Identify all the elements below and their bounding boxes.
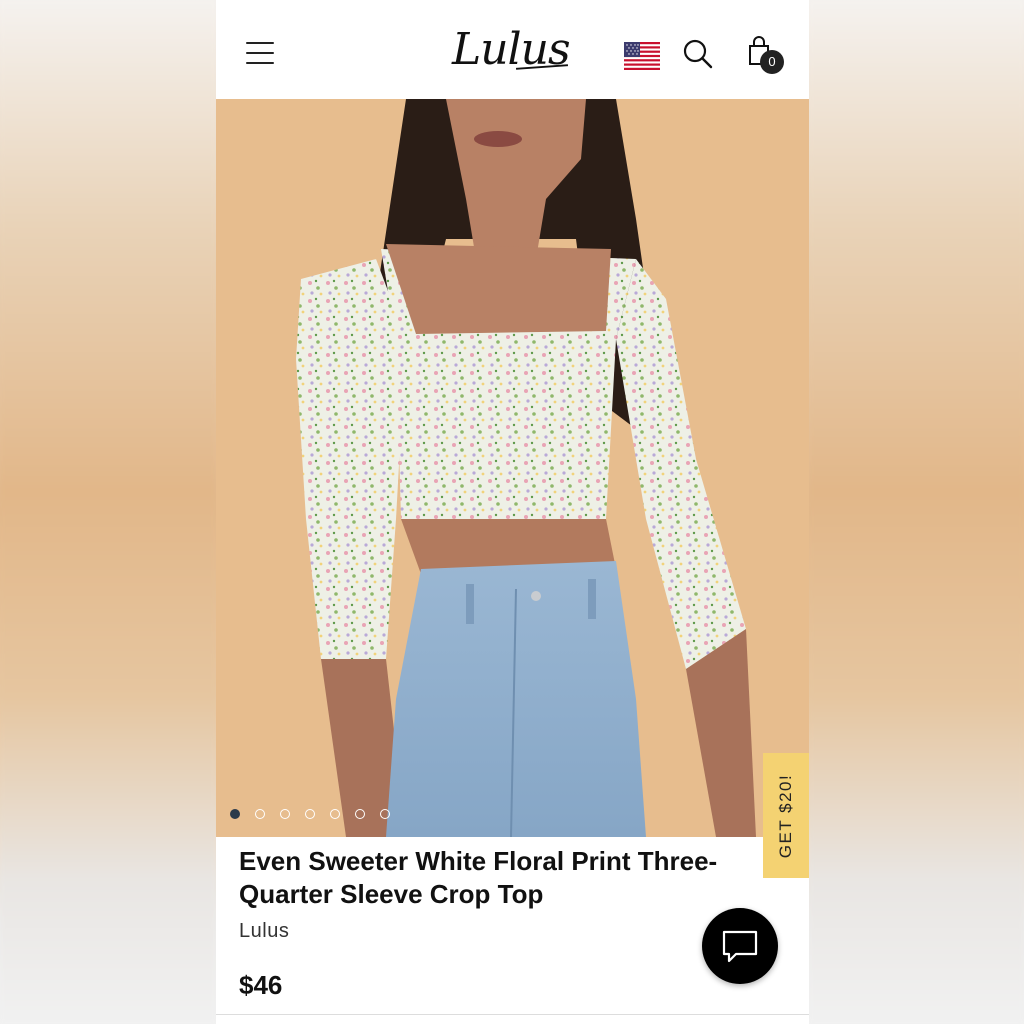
pagination-dot-5[interactable] <box>330 809 340 819</box>
hamburger-menu-icon[interactable] <box>246 40 276 66</box>
background-blur-left <box>0 0 216 1024</box>
product-page: Lulus 0 GET $20! Even Sweeter White Flor… <box>216 0 809 1024</box>
background-blur-right <box>809 0 1024 1024</box>
image-pagination <box>230 809 390 823</box>
chat-button[interactable] <box>702 908 778 984</box>
pagination-dot-2[interactable] <box>255 809 265 819</box>
search-icon[interactable] <box>682 38 714 70</box>
pagination-dot-3[interactable] <box>280 809 290 819</box>
cart-count-badge: 0 <box>760 50 784 74</box>
divider <box>216 1014 809 1015</box>
product-title: Even Sweeter White Floral Print Three-Qu… <box>239 846 718 909</box>
promo-label: GET $20! <box>776 773 795 858</box>
us-flag-icon[interactable] <box>624 42 660 70</box>
pagination-dot-4[interactable] <box>305 809 315 819</box>
chat-bubble-icon <box>722 930 758 963</box>
promo-get-20-tab[interactable]: GET $20! <box>763 753 809 878</box>
product-photo <box>216 99 809 837</box>
pagination-dot-7[interactable] <box>380 809 390 819</box>
pagination-dot-1[interactable] <box>230 809 240 819</box>
product-brand-link[interactable]: Lulus <box>239 920 289 943</box>
product-price: $46 <box>239 970 283 1000</box>
lulus-logo[interactable]: Lulus <box>452 22 572 80</box>
pagination-dot-6[interactable] <box>355 809 365 819</box>
site-header: Lulus 0 <box>216 0 809 100</box>
product-image[interactable] <box>216 99 809 837</box>
